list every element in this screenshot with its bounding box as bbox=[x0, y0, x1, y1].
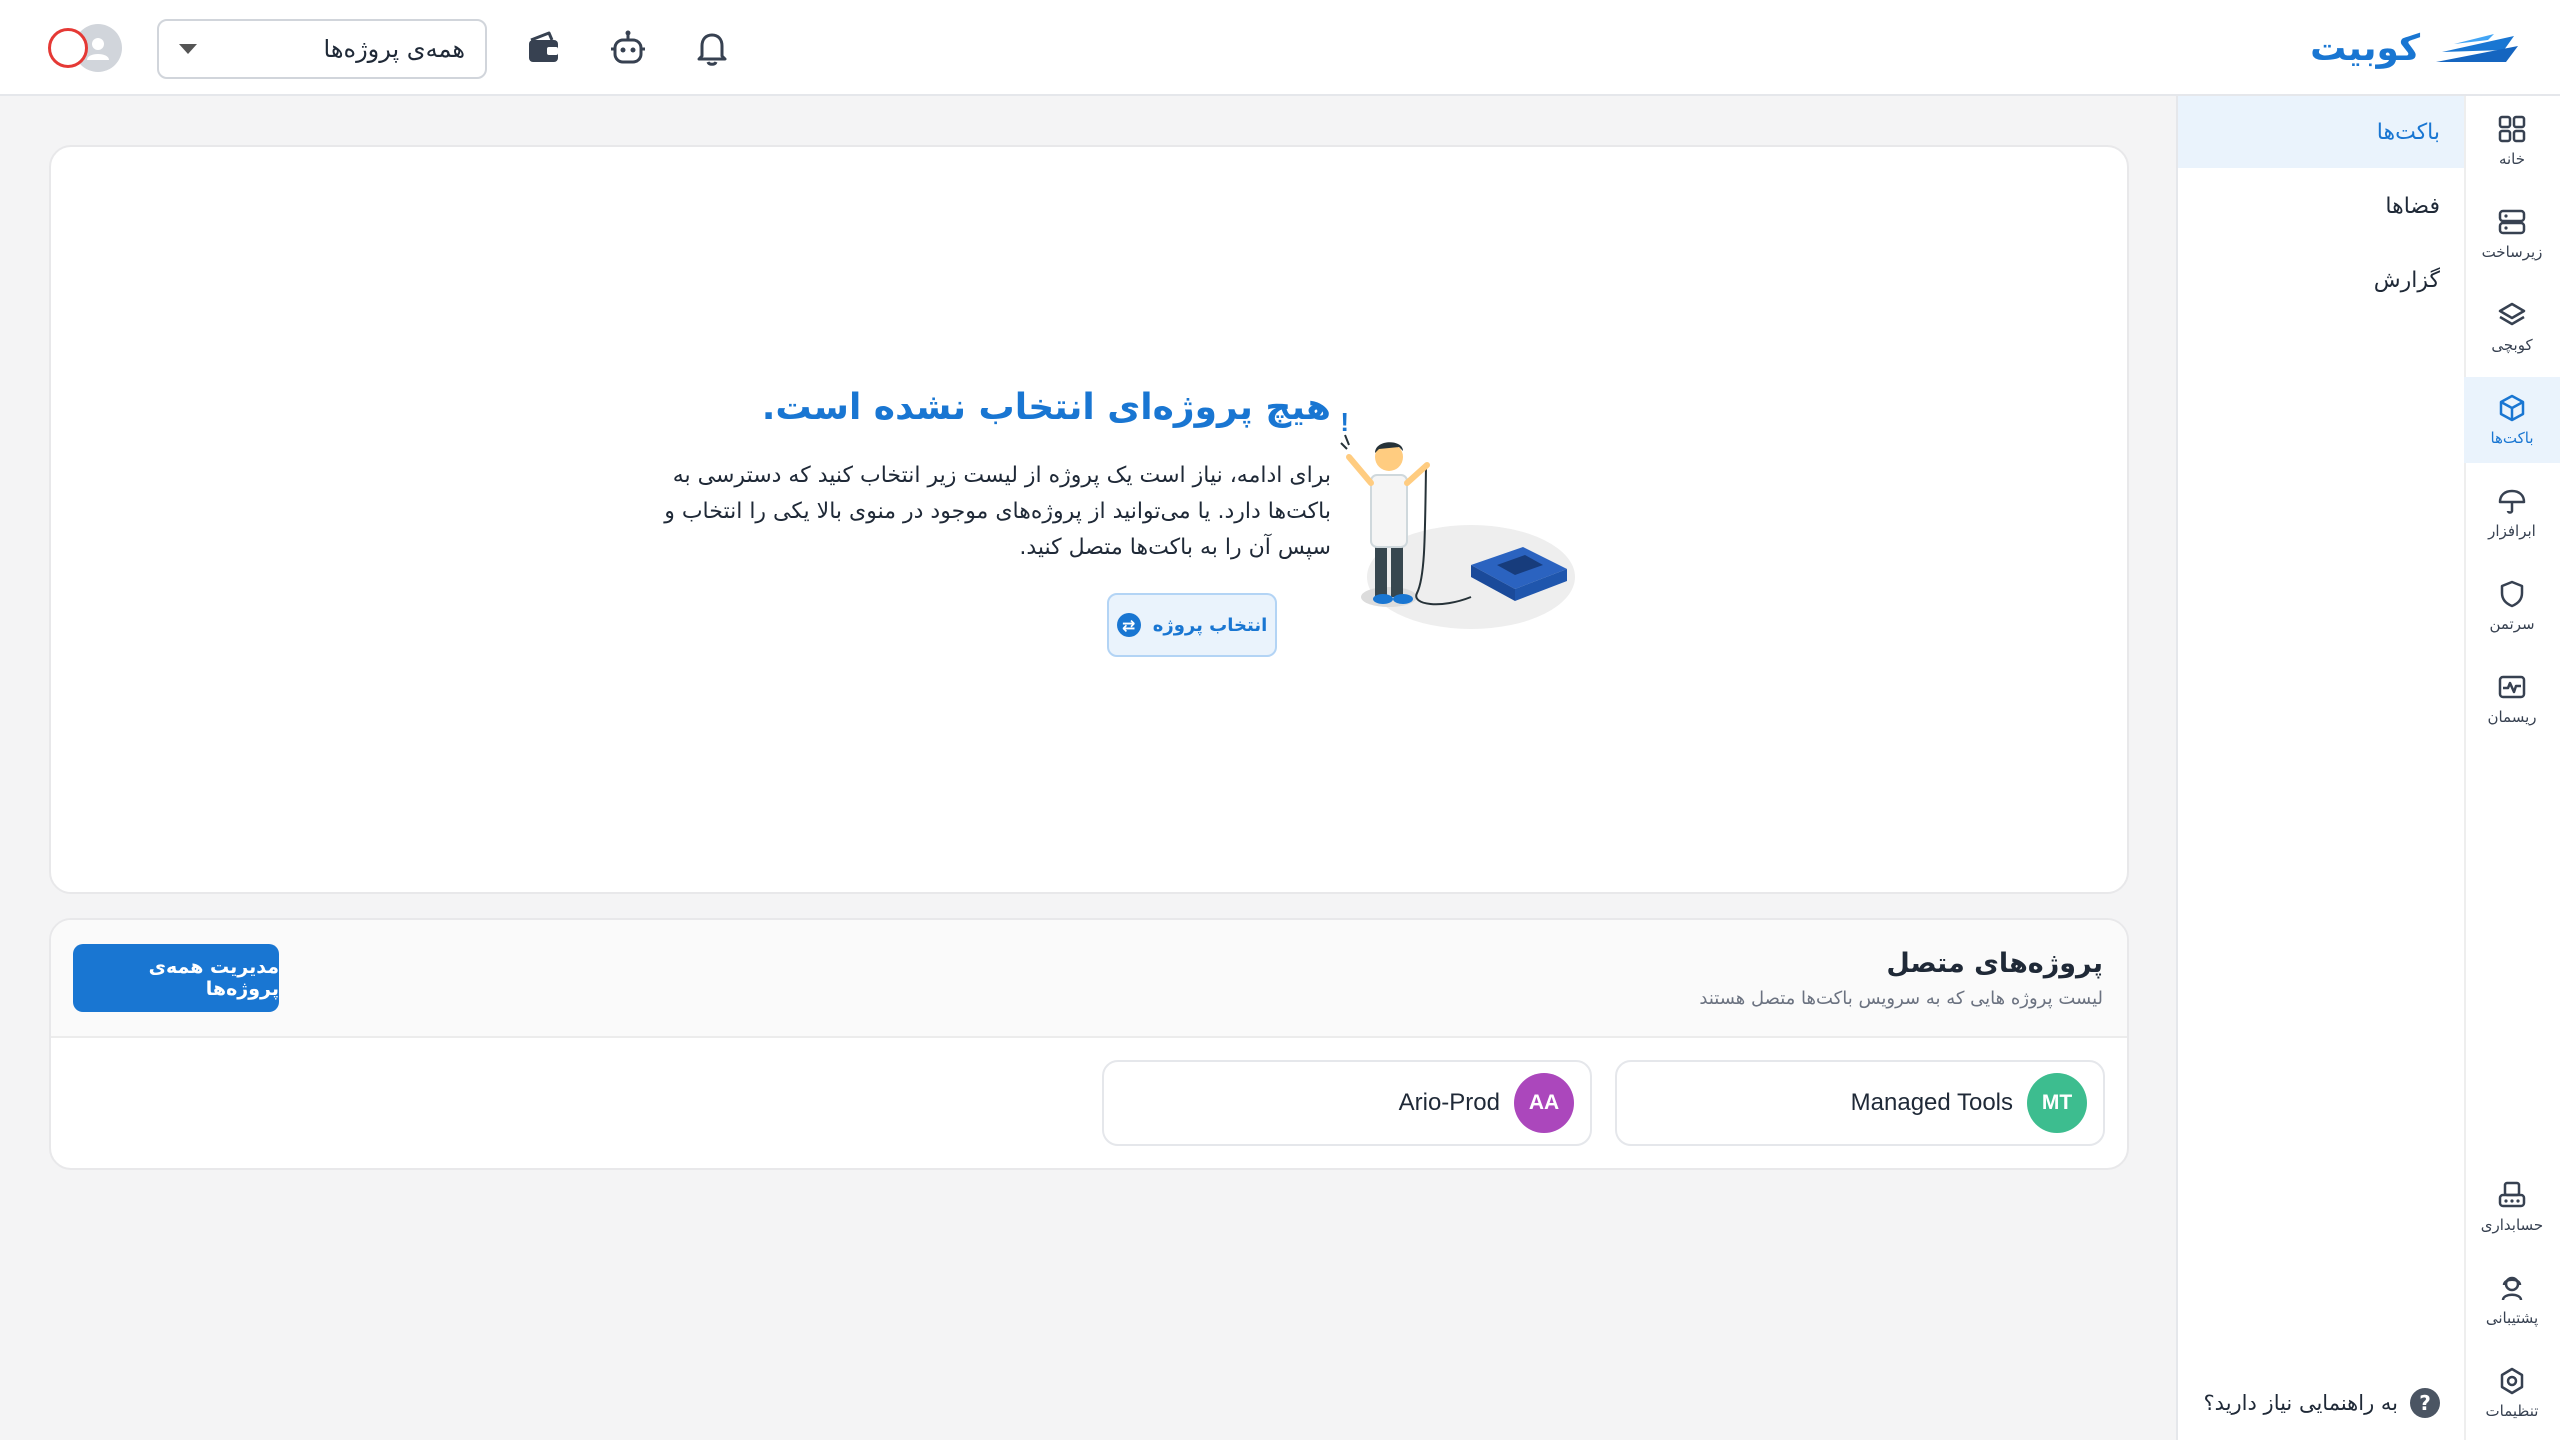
umbrella-icon bbox=[2498, 489, 2526, 514]
rail-item-buckets[interactable]: باکت‌ها bbox=[2464, 377, 2560, 463]
bell-icon[interactable] bbox=[692, 28, 732, 68]
rail-item-abrafzar[interactable]: ابرافزار bbox=[2464, 470, 2560, 556]
project-name: Ario-Prod bbox=[1398, 1089, 1500, 1116]
subnav-item-report[interactable]: گزارش bbox=[2178, 244, 2464, 316]
empty-state-illustration: ! bbox=[1340, 407, 1575, 629]
rail-item-support[interactable]: پشتیبانی bbox=[2464, 1257, 2560, 1343]
user-avatar[interactable] bbox=[48, 24, 124, 72]
rail-item-label: سرتمن bbox=[2489, 615, 2535, 633]
rail-item-label: تنظیمات bbox=[2485, 1402, 2539, 1420]
accounting-icon bbox=[2498, 1181, 2526, 1208]
rail-item-risman[interactable]: ریسمان bbox=[2464, 656, 2560, 742]
empty-state-description: برای ادامه، نیاز است یک پروژه از لیست زی… bbox=[664, 463, 1331, 560]
rail-item-kubchi[interactable]: کوبچی bbox=[2464, 284, 2560, 370]
pulse-icon bbox=[2498, 675, 2526, 699]
manage-all-projects-button[interactable]: مدیریت همه‌ی پروژه‌ها bbox=[73, 944, 279, 1012]
server-icon bbox=[2498, 209, 2526, 235]
rail-item-label: کوبچی bbox=[2491, 336, 2533, 354]
grid-icon bbox=[2498, 115, 2526, 143]
empty-state-title: هیچ پروژه‌ای انتخاب نشده است. bbox=[761, 387, 1331, 428]
rail-item-sartaman[interactable]: سرتمن bbox=[2464, 563, 2560, 649]
rail-item-settings[interactable]: تنظیمات bbox=[2464, 1350, 2560, 1436]
help-link[interactable]: ? به راهنمایی نیاز دارید؟ bbox=[2204, 1388, 2440, 1418]
subnav-item-buckets[interactable]: باکت‌ها bbox=[2178, 96, 2464, 168]
select-project-button[interactable]: انتخاب پروژه ⇄ bbox=[1107, 593, 1277, 657]
connected-projects-card: پروژه‌های متصل لیست پروژه هایی که به سرو… bbox=[49, 918, 2129, 1170]
rail-item-infrastructure[interactable]: زیرساخت bbox=[2464, 191, 2560, 277]
project-select[interactable]: همه‌ی پروژه‌ها bbox=[157, 19, 487, 79]
project-item[interactable]: MT Managed Tools bbox=[1615, 1060, 2105, 1146]
settings-icon bbox=[2500, 1367, 2524, 1395]
rail-item-label: ابرافزار bbox=[2488, 522, 2536, 540]
project-name: Managed Tools bbox=[1850, 1089, 2013, 1116]
rail-item-home[interactable]: خانه bbox=[2464, 98, 2560, 184]
rail-item-label: پشتیبانی bbox=[2485, 1309, 2539, 1327]
support-icon bbox=[2501, 1276, 2523, 1301]
logo-text: کوبیت bbox=[2310, 27, 2420, 69]
help-icon: ? bbox=[2410, 1388, 2440, 1418]
rail-item-label: زیرساخت bbox=[2481, 243, 2543, 261]
subnav-item-spaces[interactable]: فضاها bbox=[2178, 170, 2464, 242]
icon-rail: خانه زیرساخت کوبچی باکت‌ها ابرافزار سرتم… bbox=[2464, 96, 2560, 1440]
status-badge bbox=[48, 28, 88, 68]
logo-ship-icon bbox=[2436, 34, 2518, 62]
chevron-down-icon bbox=[179, 44, 197, 54]
empty-state-card: ! هیچ پروژه‌ای انتخاب نشده است. برای ادا… bbox=[49, 145, 2129, 894]
robot-icon[interactable] bbox=[608, 28, 648, 68]
app-logo[interactable]: کوبیت bbox=[2310, 22, 2520, 74]
connected-projects-title: پروژه‌های متصل bbox=[1886, 948, 2103, 979]
project-avatar: MT bbox=[2027, 1073, 2087, 1133]
rail-item-label: باکت‌ها bbox=[2490, 429, 2534, 447]
wallet-icon[interactable] bbox=[523, 28, 563, 68]
layers-icon bbox=[2498, 302, 2526, 326]
project-select-value: همه‌ی پروژه‌ها bbox=[323, 35, 465, 63]
rail-item-label: حسابداری bbox=[2480, 1216, 2544, 1234]
project-item[interactable]: AA Ario-Prod bbox=[1102, 1060, 1592, 1146]
connected-projects-subtitle: لیست پروژه هایی که به سرویس باکت‌ها متصل… bbox=[1699, 988, 2103, 1009]
sub-nav: باکت‌ها فضاها گزارش ? به راهنمایی نیاز د… bbox=[2176, 96, 2464, 1440]
connected-projects-header: پروژه‌های متصل لیست پروژه هایی که به سرو… bbox=[51, 920, 2127, 1038]
top-bar: کوبیت همه‌ی پروژه‌ها bbox=[0, 0, 2560, 96]
select-project-label: انتخاب پروژه bbox=[1152, 614, 1268, 636]
project-avatar: AA bbox=[1514, 1073, 1574, 1133]
rail-item-accounting[interactable]: حسابداری bbox=[2464, 1164, 2560, 1250]
shield-icon bbox=[2500, 580, 2524, 608]
rail-item-label: خانه bbox=[2498, 150, 2526, 168]
empty-state-text: هیچ پروژه‌ای انتخاب نشده است. برای ادامه… bbox=[641, 387, 1331, 566]
rail-item-label: ریسمان bbox=[2487, 708, 2537, 726]
help-label: به راهنمایی نیاز دارید؟ bbox=[2203, 1391, 2398, 1415]
swap-icon: ⇄ bbox=[1116, 613, 1141, 637]
cube-icon bbox=[2499, 394, 2525, 422]
svg-text:!: ! bbox=[1340, 407, 1349, 437]
